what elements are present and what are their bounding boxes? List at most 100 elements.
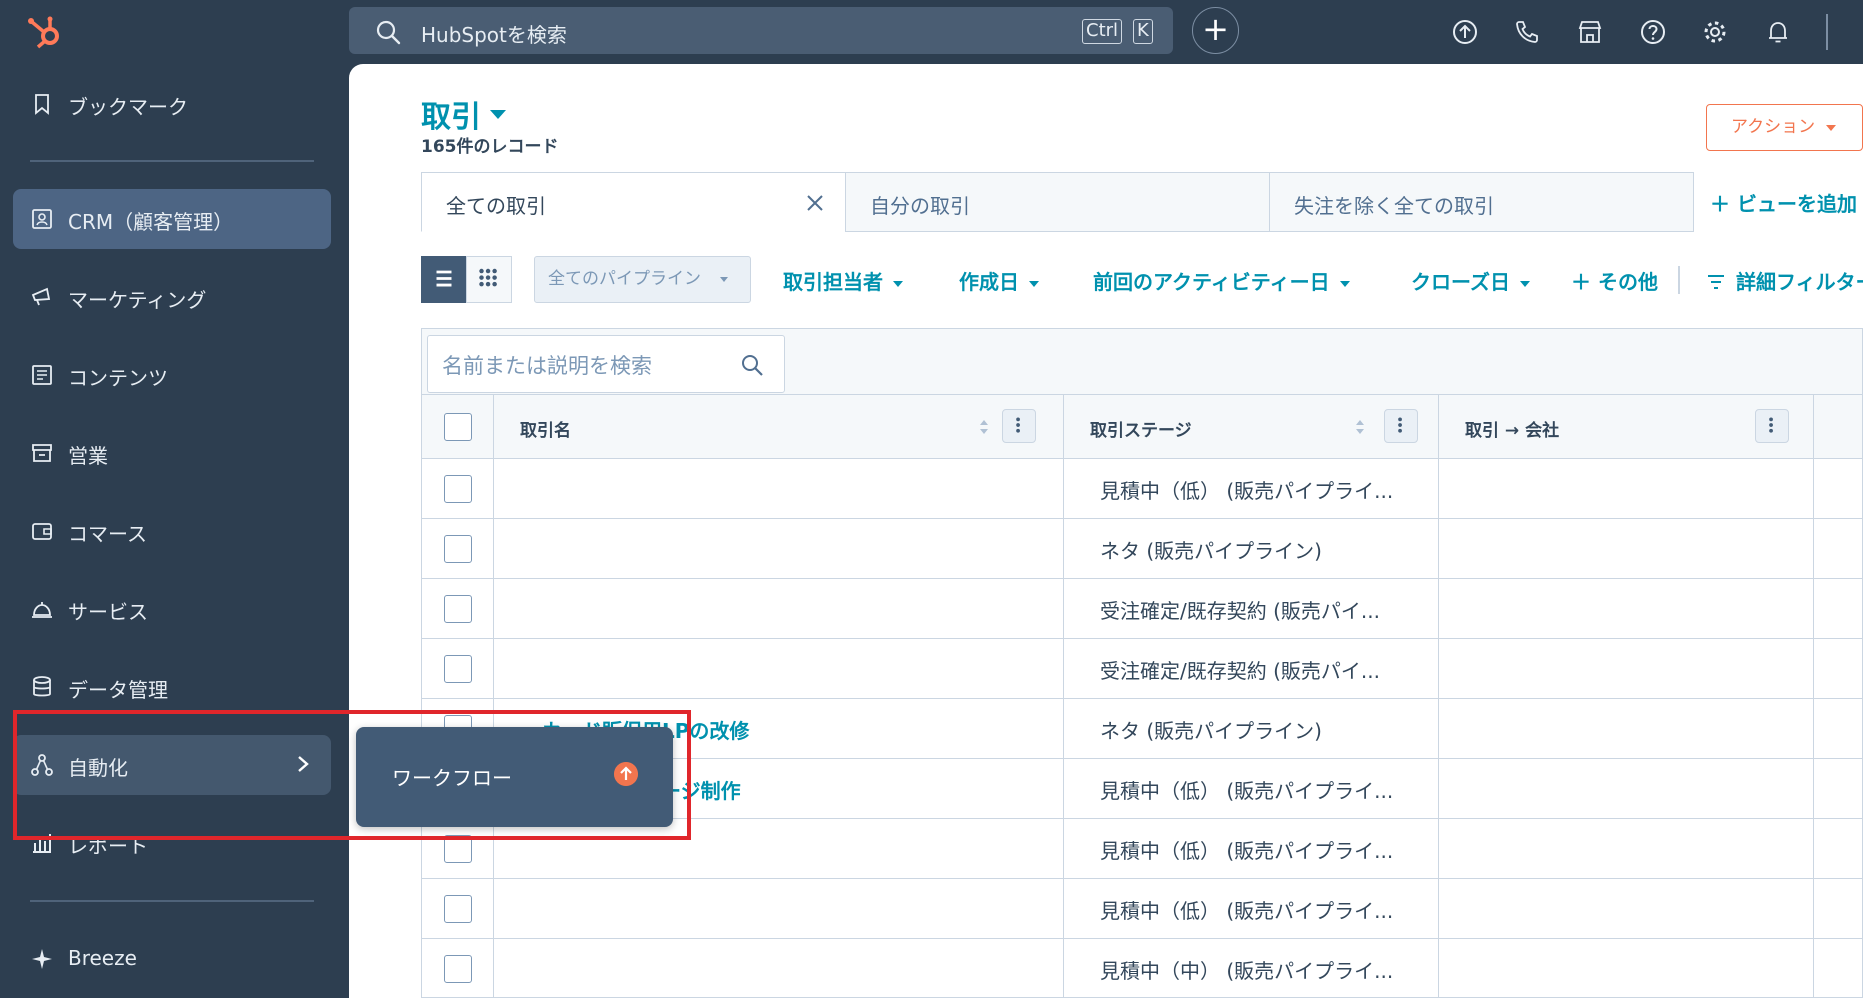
title-dropdown-caret-icon[interactable] — [490, 110, 506, 119]
table-row[interactable]: ネタ (販売パイプライン) — [422, 519, 1862, 579]
row-checkbox[interactable] — [444, 955, 472, 983]
board-view-toggle[interactable] — [466, 256, 512, 303]
row-checkbox[interactable] — [444, 595, 472, 623]
more-vertical-icon — [1016, 417, 1020, 433]
tab-my-deals[interactable]: 自分の取引 — [845, 172, 1270, 232]
deal-stage-cell[interactable]: 見積中（低） (販売パイプライ... — [1064, 819, 1439, 879]
deal-company-cell[interactable] — [1439, 459, 1814, 519]
column-header-deal-name[interactable]: 取引名 — [494, 395, 1064, 459]
deal-stage-cell[interactable]: 見積中（低） (販売パイプライ... — [1064, 879, 1439, 939]
tab-all-deals[interactable]: 全ての取引 — [421, 172, 846, 232]
deal-company-cell[interactable] — [1439, 519, 1814, 579]
filter-last-activity[interactable]: 前回のアクティビティー日 — [1093, 266, 1350, 295]
sidebar-item-marketing[interactable]: マーケティング — [13, 267, 331, 327]
sidebar-item-service[interactable]: サービス — [13, 579, 331, 639]
help-icon[interactable] — [1639, 18, 1667, 46]
deal-name-cell[interactable] — [494, 819, 1064, 879]
deal-stage-cell[interactable]: ネタ (販売パイプライン) — [1064, 699, 1439, 759]
settings-icon[interactable] — [1701, 18, 1729, 46]
deal-stage-cell[interactable]: 受注確定/既存契約 (販売パイ... — [1064, 639, 1439, 699]
deal-name-cell[interactable] — [494, 459, 1064, 519]
sidebar-divider — [30, 160, 314, 162]
deal-company-cell[interactable] — [1439, 759, 1814, 819]
add-view-button[interactable]: ＋ ビューを追加 — [1710, 188, 1857, 217]
phone-icon[interactable] — [1513, 18, 1541, 46]
sidebar-item-data-management[interactable]: データ管理 — [13, 657, 331, 717]
sort-icon[interactable] — [978, 417, 990, 437]
deal-company-cell[interactable] — [1439, 639, 1814, 699]
table-row[interactable]: 見積中（低） (販売パイプライ... — [422, 819, 1862, 879]
deal-company-cell[interactable] — [1439, 699, 1814, 759]
sales-icon — [32, 444, 52, 462]
column-header-deal-company[interactable]: 取引 → 会社 — [1439, 395, 1814, 459]
sidebar-item-label: レポート — [68, 834, 148, 858]
sidebar-item-label: 自動化 — [68, 756, 128, 780]
row-checkbox[interactable] — [444, 535, 472, 563]
filter-create-date[interactable]: 作成日 — [959, 266, 1039, 295]
row-checkbox[interactable] — [444, 655, 472, 683]
automation-icon — [31, 754, 53, 776]
column-options-button[interactable] — [1755, 409, 1789, 443]
deal-stage-cell[interactable]: 受注確定/既存契約 (販売パイ... — [1064, 579, 1439, 639]
tab-all-except-lost[interactable]: 失注を除く全ての取引 — [1269, 172, 1694, 232]
column-header-deal-stage[interactable]: 取引ステージ — [1064, 395, 1439, 459]
sidebar-item-sales[interactable]: 営業 — [13, 423, 331, 483]
deal-name-cell[interactable] — [494, 579, 1064, 639]
actions-button[interactable]: アクション — [1706, 104, 1863, 151]
deal-stage-cell[interactable]: 見積中（中） (販売パイプライ... — [1064, 939, 1439, 998]
deal-company-cell[interactable] — [1439, 879, 1814, 939]
row-checkbox[interactable] — [444, 835, 472, 863]
sidebar-item-commerce[interactable]: コマース — [13, 501, 331, 561]
sidebar-item-label: サービス — [68, 600, 148, 624]
page-title[interactable]: 取引 — [421, 92, 481, 136]
filter-label: 取引担当者 — [783, 270, 883, 294]
global-search-placeholder: HubSpotを検索 — [421, 23, 567, 47]
sidebar-item-content[interactable]: コンテンツ — [13, 345, 331, 405]
deal-stage-cell[interactable]: 見積中（低） (販売パイプライ... — [1064, 459, 1439, 519]
advanced-filters-button[interactable]: 詳細フィルター — [1706, 266, 1863, 295]
filter-more[interactable]: ＋ その他 — [1571, 266, 1658, 295]
shortcut-k-key: K — [1133, 19, 1153, 44]
table-row[interactable]: 見積中（低） (販売パイプライ... — [422, 459, 1862, 519]
sidebar-item-crm[interactable]: CRM（顧客管理） — [13, 189, 331, 249]
marketplace-icon[interactable] — [1576, 18, 1604, 46]
sidebar-item-reports[interactable]: レポート — [13, 813, 331, 873]
column-options-button[interactable] — [1384, 409, 1418, 443]
column-options-button[interactable] — [1002, 409, 1036, 443]
table-row[interactable]: 受注確定/既存契約 (販売パイ... — [422, 639, 1862, 699]
contacts-icon — [32, 209, 52, 229]
deal-name-cell[interactable] — [494, 639, 1064, 699]
sidebar-item-automation[interactable]: 自動化 — [13, 735, 331, 795]
deal-company-cell[interactable] — [1439, 579, 1814, 639]
create-new-button[interactable]: + — [1192, 7, 1239, 54]
search-icon — [742, 355, 763, 376]
deal-stage-cell[interactable]: 見積中（低） (販売パイプライ... — [1064, 759, 1439, 819]
close-icon[interactable] — [805, 193, 825, 213]
sidebar-item-bookmarks[interactable]: ブックマーク — [13, 74, 331, 134]
select-all-checkbox[interactable] — [444, 413, 472, 441]
notifications-icon[interactable] — [1764, 18, 1792, 46]
row-checkbox[interactable] — [444, 895, 472, 923]
deal-name-cell[interactable] — [494, 879, 1064, 939]
hubspot-logo-icon[interactable] — [24, 12, 64, 52]
table-row[interactable]: 見積中（低） (販売パイプライ... — [422, 879, 1862, 939]
deal-name-cell[interactable] — [494, 939, 1064, 998]
pipeline-select[interactable]: 全てのパイプライン — [534, 256, 751, 303]
deal-stage-cell[interactable]: ネタ (販売パイプライン) — [1064, 519, 1439, 579]
row-checkbox[interactable] — [444, 475, 472, 503]
filter-deal-owner[interactable]: 取引担当者 — [783, 266, 903, 295]
table-row[interactable]: 見積中（中） (販売パイプライ... — [422, 939, 1862, 998]
filter-close-date[interactable]: クローズ日 — [1411, 266, 1530, 295]
deal-name-cell[interactable] — [494, 519, 1064, 579]
table-search-input[interactable]: 名前または説明を検索 — [427, 335, 785, 393]
deal-company-cell[interactable] — [1439, 819, 1814, 879]
table-row[interactable]: 受注確定/既存契約 (販売パイ... — [422, 579, 1862, 639]
list-view-toggle[interactable] — [421, 256, 467, 303]
flyout-item-workflows[interactable]: ワークフロー — [392, 762, 512, 791]
deal-company-cell[interactable] — [1439, 939, 1814, 998]
sort-icon[interactable] — [1354, 417, 1366, 437]
global-search-bar[interactable]: HubSpotを検索 Ctrl K — [349, 7, 1173, 54]
sidebar-item-breeze[interactable]: Breeze — [13, 929, 331, 989]
upgrade-icon[interactable] — [1451, 18, 1479, 46]
caret-down-icon — [1339, 280, 1350, 287]
